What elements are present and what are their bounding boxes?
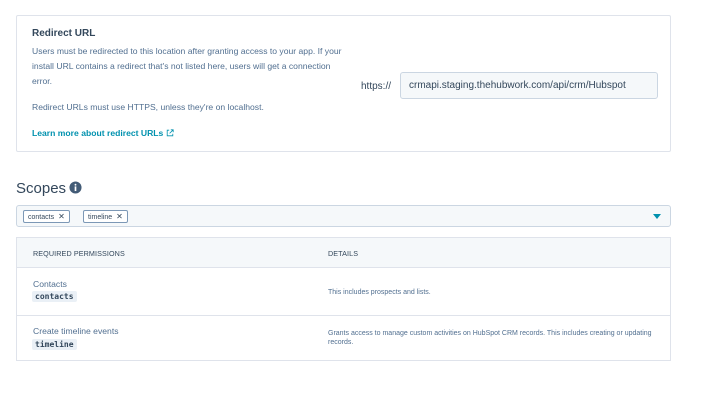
scope-tag-timeline: timeline ✕ [83,210,128,223]
info-icon[interactable] [69,181,82,194]
redirect-url-https-note: Redirect URLs must use HTTPS, unless the… [32,102,264,112]
permission-code: contacts [32,291,77,302]
permission-details: Grants access to manage custom activitie… [328,330,652,346]
redirect-url-description: Users must be redirected to this locatio… [32,46,342,86]
scope-tag-label: timeline [88,214,113,221]
redirect-url-card: Redirect URL Users must be redirected to… [16,15,671,152]
table-header: REQUIRED PERMISSIONS DETAILS [17,238,670,268]
learn-more-redirect-link[interactable]: Learn more about redirect URLs [32,128,174,138]
scope-tag-label: contacts [28,214,55,221]
external-link-icon [167,129,174,137]
permission-code: timeline [32,339,77,350]
caret-down-icon[interactable] [653,214,661,220]
table-row: Contacts contacts This includes prospect… [17,268,670,316]
learn-more-label: Learn more about redirect URLs [32,128,164,138]
permission-details: This includes prospects and lists. [328,289,431,296]
scopes-heading: Scopes [16,180,67,197]
permission-name: Contacts [33,279,67,289]
remove-tag-icon[interactable]: ✕ [116,212,123,221]
scopes-select[interactable]: contacts ✕ timeline ✕ [16,205,671,227]
redirect-url-input[interactable] [400,72,658,99]
permission-name: Create timeline events [33,326,119,336]
permissions-table: REQUIRED PERMISSIONS DETAILS Contacts co… [16,237,671,361]
column-header-required-permissions: REQUIRED PERMISSIONS [33,249,125,258]
scope-tag-contacts: contacts ✕ [23,210,70,223]
column-header-details: DETAILS [328,249,359,258]
redirect-url-prefix: https:// [361,81,392,92]
remove-tag-icon[interactable]: ✕ [58,212,65,221]
redirect-url-title: Redirect URL [32,28,96,39]
table-row: Create timeline events timeline Grants a… [17,316,670,360]
